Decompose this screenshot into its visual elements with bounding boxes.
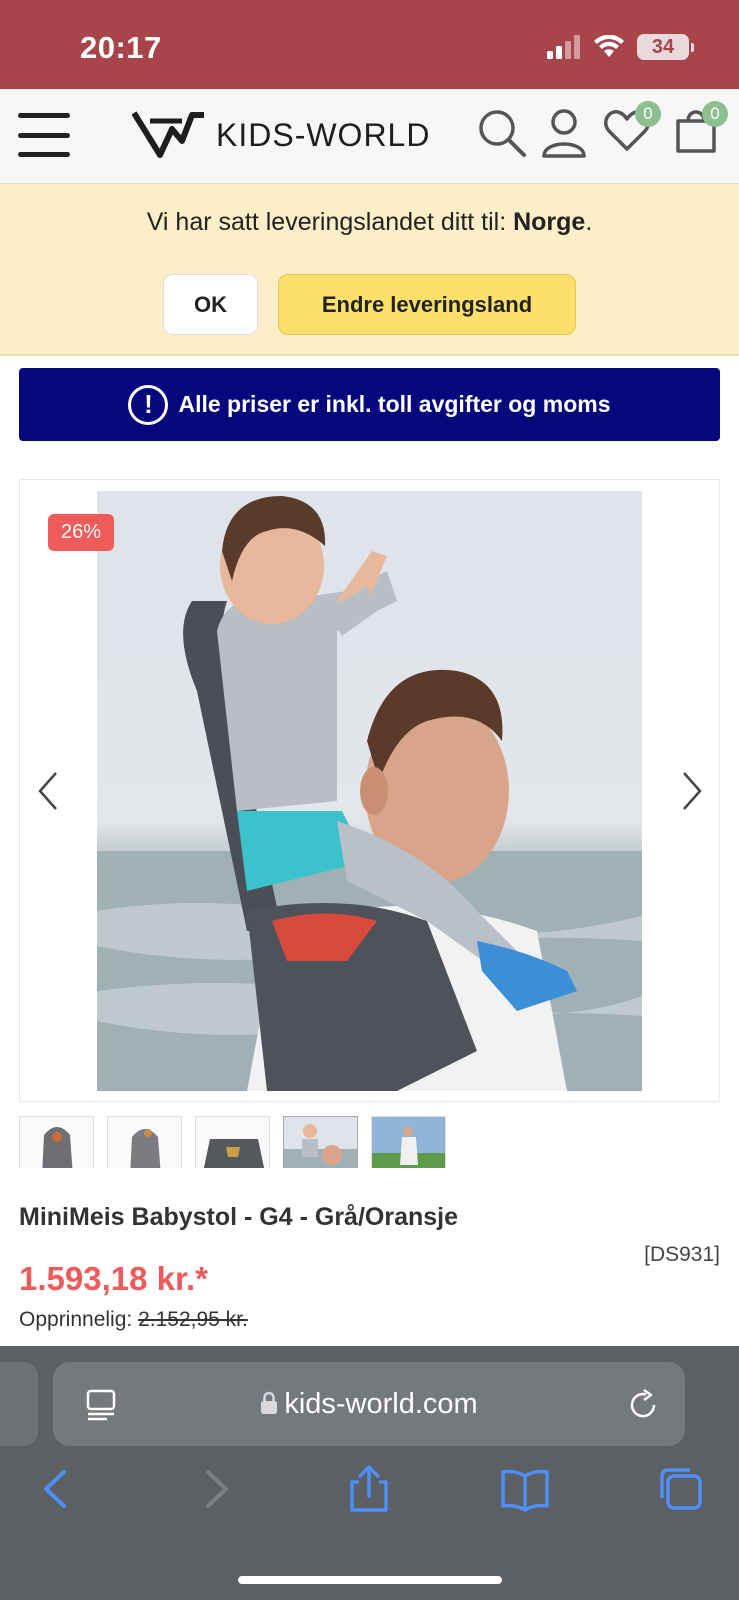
price-notice-text: Alle priser er inkl. toll avgifter og mo…: [178, 391, 611, 417]
product-price: 1.593,18 kr.*: [19, 1260, 209, 1297]
logo-mark-icon: [132, 111, 204, 158]
site-header: KIDS-WORLD 0 0: [0, 89, 739, 184]
original-price-label: Opprinnelig:: [19, 1308, 139, 1331]
product-gallery: 26%: [19, 479, 720, 1102]
delivery-message-suffix: .: [585, 208, 593, 236]
thumbnail-4[interactable]: [283, 1116, 358, 1168]
status-bar: 20:17 34: [0, 0, 739, 89]
battery-icon: 34: [637, 34, 694, 60]
browser-toolbar: kids-world.com: [0, 1346, 739, 1600]
thumbnail-3[interactable]: [195, 1116, 270, 1168]
exclamation-circle-icon: !: [128, 384, 169, 425]
delivery-country: Norge: [513, 208, 586, 236]
thumbnail-strip: [19, 1116, 446, 1168]
search-icon[interactable]: [476, 107, 528, 159]
wishlist-button[interactable]: 0: [603, 101, 661, 158]
tabs-icon[interactable]: [656, 1464, 706, 1514]
previous-tab-peek[interactable]: [0, 1362, 38, 1446]
address-bar[interactable]: kids-world.com: [53, 1362, 685, 1446]
status-icons: 34: [547, 34, 694, 60]
original-price: 2.152,95 kr.: [138, 1308, 248, 1331]
reload-icon[interactable]: [627, 1388, 661, 1422]
share-icon[interactable]: [344, 1464, 394, 1514]
change-country-button[interactable]: Endre leveringsland: [278, 274, 576, 335]
status-time: 20:17: [80, 30, 162, 65]
bookmarks-icon[interactable]: [500, 1464, 550, 1514]
menu-icon[interactable]: [18, 113, 70, 157]
chevron-right-icon[interactable]: [676, 770, 706, 812]
browser-nav-row: [0, 1464, 739, 1524]
forward-icon[interactable]: [190, 1464, 240, 1514]
chevron-left-icon[interactable]: [34, 770, 64, 812]
logo[interactable]: KIDS-WORLD: [132, 107, 430, 163]
home-indicator: [238, 1576, 502, 1584]
signal-icon: [547, 35, 580, 59]
url-display: kids-world.com: [53, 1388, 685, 1421]
wifi-icon: [594, 35, 624, 57]
ok-button[interactable]: OK: [163, 274, 258, 335]
thumbnail-5[interactable]: [371, 1116, 446, 1168]
delivery-message: Vi har satt leveringslandet ditt til: No…: [0, 208, 739, 237]
back-icon[interactable]: [32, 1464, 82, 1514]
delivery-country-banner: Vi har satt leveringslandet ditt til: No…: [0, 184, 739, 356]
url-text: kids-world.com: [284, 1387, 478, 1420]
discount-badge: 26%: [48, 514, 114, 551]
thumbnail-1[interactable]: [19, 1116, 94, 1168]
cart-count-badge: 0: [702, 101, 728, 127]
product-title: MiniMeis Babystol - G4 - Grå/Oransje: [19, 1203, 459, 1231]
account-icon[interactable]: [541, 107, 587, 159]
wishlist-count-badge: 0: [635, 101, 661, 127]
logo-text: KIDS-WORLD: [216, 116, 431, 153]
cart-button[interactable]: 0: [674, 101, 728, 160]
delivery-message-prefix: Vi har satt leveringslandet ditt til:: [146, 208, 514, 236]
product-sku: [DS931]: [644, 1243, 720, 1266]
thumbnail-2[interactable]: [107, 1116, 182, 1168]
price-notice-bar: ! Alle priser er inkl. toll avgifter og …: [19, 368, 720, 441]
original-price-line: Opprinnelig: 2.152,95 kr.: [19, 1308, 248, 1332]
product-main-image[interactable]: [97, 491, 642, 1091]
lock-icon: [261, 1391, 278, 1414]
